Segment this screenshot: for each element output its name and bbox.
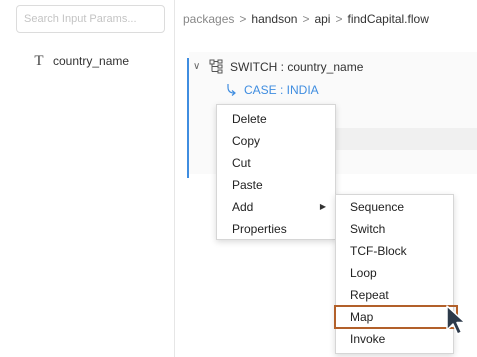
menu-item-add-label: Add (232, 200, 254, 214)
menu-item-cut[interactable]: Cut (217, 152, 335, 174)
menu-item-properties[interactable]: Properties (217, 218, 335, 240)
switch-node[interactable]: ∨ SWITCH : country_name (193, 59, 363, 74)
menu-item-delete[interactable]: Delete (217, 108, 335, 130)
breadcrumb-flow-file: findCapital.flow (347, 12, 429, 26)
param-name: country_name (53, 54, 130, 68)
switch-tree-icon (209, 59, 223, 74)
breadcrumb-separator: > (302, 12, 310, 26)
breadcrumb-separator: > (335, 12, 343, 26)
breadcrumb-packages[interactable]: packages (183, 12, 234, 26)
case-branch-icon (227, 84, 236, 96)
submenu-item-sequence[interactable]: Sequence (336, 196, 453, 218)
breadcrumb: packages > handson > api > findCapital.f… (183, 12, 429, 26)
submenu-arrow-icon: ▶ (319, 202, 326, 211)
chevron-down-icon[interactable]: ∨ (193, 61, 207, 72)
app-root: T country_name packages > handson > api … (0, 0, 477, 357)
text-type-icon: T (34, 52, 44, 69)
menu-item-add[interactable]: Add ▶ (217, 196, 335, 218)
context-menu: Delete Copy Cut Paste Add ▶ Properties (216, 104, 336, 240)
breadcrumb-api[interactable]: api (314, 12, 330, 26)
submenu-item-switch[interactable]: Switch (336, 218, 453, 240)
case-label: CASE : INDIA (244, 83, 319, 97)
mouse-pointer-icon (446, 305, 466, 335)
submenu-item-map[interactable]: Map (334, 305, 458, 329)
search-input-params[interactable] (16, 5, 165, 33)
submenu-item-repeat[interactable]: Repeat (336, 284, 453, 306)
submenu-item-loop[interactable]: Loop (336, 262, 453, 284)
switch-label: SWITCH : country_name (230, 59, 364, 74)
breadcrumb-handson[interactable]: handson (251, 12, 297, 26)
submenu-item-tcf-block[interactable]: TCF-Block (336, 240, 453, 262)
menu-item-paste[interactable]: Paste (217, 174, 335, 196)
breadcrumb-separator: > (239, 12, 247, 26)
param-item-country-name[interactable]: T country_name (33, 52, 129, 70)
case-node[interactable]: CASE : INDIA (225, 83, 319, 97)
menu-item-copy[interactable]: Copy (217, 130, 335, 152)
input-params-panel: T country_name (0, 0, 175, 357)
submenu-item-invoke[interactable]: Invoke (336, 328, 453, 350)
flow-connector-line (187, 58, 189, 178)
add-submenu: Sequence Switch TCF-Block Loop Repeat Ma… (334, 194, 458, 354)
